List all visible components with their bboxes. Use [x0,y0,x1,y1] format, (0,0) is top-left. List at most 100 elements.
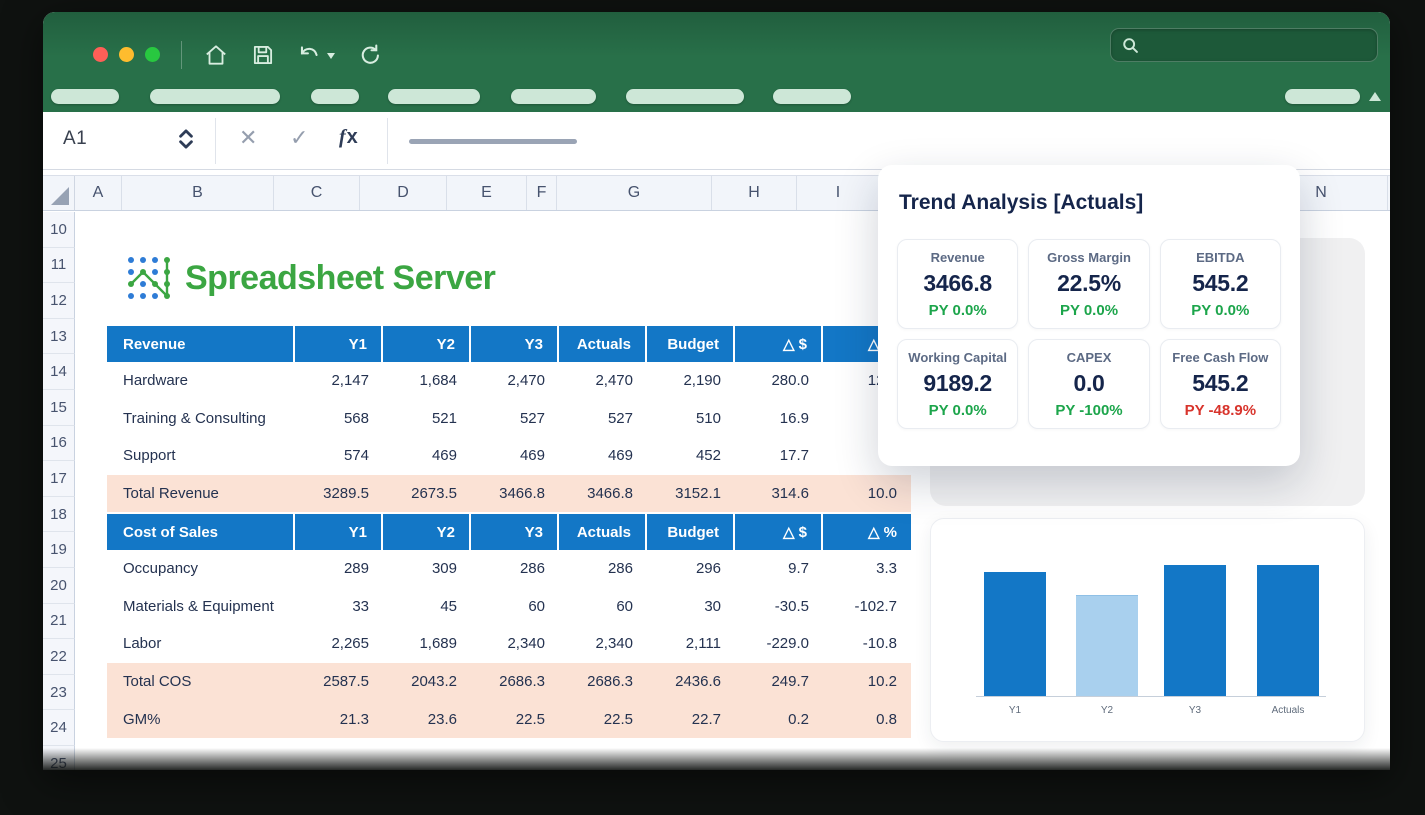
save-icon[interactable] [250,42,276,68]
header-cell[interactable]: Budget [647,514,735,550]
row-header-18[interactable]: 18 [43,497,75,533]
value-cell[interactable]: 22.7 [647,700,735,738]
column-header-H[interactable]: H [712,176,797,210]
value-cell[interactable]: 0.8 [823,700,911,738]
value-cell[interactable]: 280.0 [735,362,823,400]
value-cell[interactable]: 296 [647,550,735,588]
search-input[interactable] [1110,28,1378,62]
header-cell[interactable]: Y2 [383,514,471,550]
column-header-I[interactable]: I [797,176,880,210]
value-cell[interactable]: 3152.1 [647,475,735,513]
ribbon-tab-pill[interactable] [150,89,280,104]
value-cell[interactable]: 2673.5 [383,475,471,513]
value-cell[interactable]: 3.3 [823,550,911,588]
value-cell[interactable]: 1,689 [383,625,471,663]
collapse-ribbon-icon[interactable] [1369,92,1381,101]
row-header-19[interactable]: 19 [43,532,75,568]
header-cell[interactable]: Budget [647,326,735,362]
value-cell[interactable]: 2,470 [559,362,647,400]
value-cell[interactable]: 2,470 [471,362,559,400]
value-cell[interactable]: -102.7 [823,588,911,626]
column-header-B[interactable]: B [122,176,274,210]
row-label-cell[interactable]: Total COS [107,663,295,701]
value-cell[interactable]: 9.7 [735,550,823,588]
value-cell[interactable]: 60 [471,588,559,626]
row-label-cell[interactable]: Total Revenue [107,475,295,513]
value-cell[interactable]: 22.5 [471,700,559,738]
row-header-23[interactable]: 23 [43,675,75,711]
value-cell[interactable]: 22.5 [559,700,647,738]
header-cell[interactable]: Actuals [559,326,647,362]
value-cell[interactable]: 286 [559,550,647,588]
insert-function-icon[interactable]: fx [339,126,358,149]
redo-icon[interactable] [357,42,383,68]
value-cell[interactable]: 10.2 [823,663,911,701]
ribbon-tab-pill[interactable] [311,89,359,104]
value-cell[interactable]: 469 [383,437,471,475]
value-cell[interactable]: 469 [471,437,559,475]
row-header-14[interactable]: 14 [43,354,75,390]
value-cell[interactable]: 2436.6 [647,663,735,701]
value-cell[interactable]: -10.8 [823,625,911,663]
name-box[interactable]: A1 [63,128,87,150]
value-cell[interactable]: 45 [383,588,471,626]
value-cell[interactable]: 527 [471,400,559,438]
name-box-stepper[interactable] [173,126,199,156]
row-label-cell[interactable]: Support [107,437,295,475]
row-header-12[interactable]: 12 [43,283,75,319]
row-label-cell[interactable]: Hardware [107,362,295,400]
header-cell[interactable]: Y3 [471,326,559,362]
accept-entry-icon[interactable]: ✓ [290,125,308,151]
ribbon-right-pill[interactable] [1285,89,1360,104]
value-cell[interactable]: 2043.2 [383,663,471,701]
column-header-D[interactable]: D [360,176,447,210]
row-header-15[interactable]: 15 [43,390,75,426]
value-cell[interactable]: 469 [559,437,647,475]
column-header-G[interactable]: G [557,176,712,210]
row-header-17[interactable]: 17 [43,461,75,497]
value-cell[interactable]: 23.6 [383,700,471,738]
row-label-cell[interactable]: Training & Consulting [107,400,295,438]
value-cell[interactable]: 249.7 [735,663,823,701]
ribbon-tab-pill[interactable] [773,89,851,104]
header-cell[interactable]: △ $ [735,514,823,550]
value-cell[interactable]: 527 [559,400,647,438]
row-header-11[interactable]: 11 [43,248,75,284]
row-header-25[interactable]: 25 [43,746,75,770]
formula-input[interactable] [409,139,577,144]
value-cell[interactable]: 3466.8 [471,475,559,513]
header-cell[interactable]: Y1 [295,326,383,362]
header-cell[interactable]: Y2 [383,326,471,362]
undo-icon[interactable] [296,42,322,68]
minimize-window-button[interactable] [119,47,134,62]
header-cell[interactable]: Y3 [471,514,559,550]
value-cell[interactable]: 2686.3 [559,663,647,701]
row-label-cell[interactable]: Occupancy [107,550,295,588]
row-header-16[interactable]: 16 [43,426,75,462]
row-header-24[interactable]: 24 [43,710,75,746]
row-label-cell[interactable]: GM% [107,700,295,738]
header-cell[interactable]: Revenue [107,326,295,362]
value-cell[interactable]: 568 [295,400,383,438]
row-header-10[interactable]: 10 [43,212,75,248]
value-cell[interactable]: 2,340 [559,625,647,663]
value-cell[interactable]: 2,190 [647,362,735,400]
ribbon-tab-pill[interactable] [511,89,596,104]
value-cell[interactable]: 3466.8 [559,475,647,513]
header-cell[interactable]: Actuals [559,514,647,550]
value-cell[interactable]: 3289.5 [295,475,383,513]
cancel-entry-icon[interactable]: ✕ [239,125,257,151]
value-cell[interactable]: 0.2 [735,700,823,738]
zoom-window-button[interactable] [145,47,160,62]
row-header-13[interactable]: 13 [43,319,75,355]
column-header-C[interactable]: C [274,176,360,210]
value-cell[interactable]: 10.0 [823,475,911,513]
value-cell[interactable]: 314.6 [735,475,823,513]
value-cell[interactable]: 1,684 [383,362,471,400]
header-cell[interactable]: Cost of Sales [107,514,295,550]
row-header-20[interactable]: 20 [43,568,75,604]
value-cell[interactable]: 33 [295,588,383,626]
home-icon[interactable] [203,42,229,68]
value-cell[interactable]: 2,340 [471,625,559,663]
value-cell[interactable]: -229.0 [735,625,823,663]
